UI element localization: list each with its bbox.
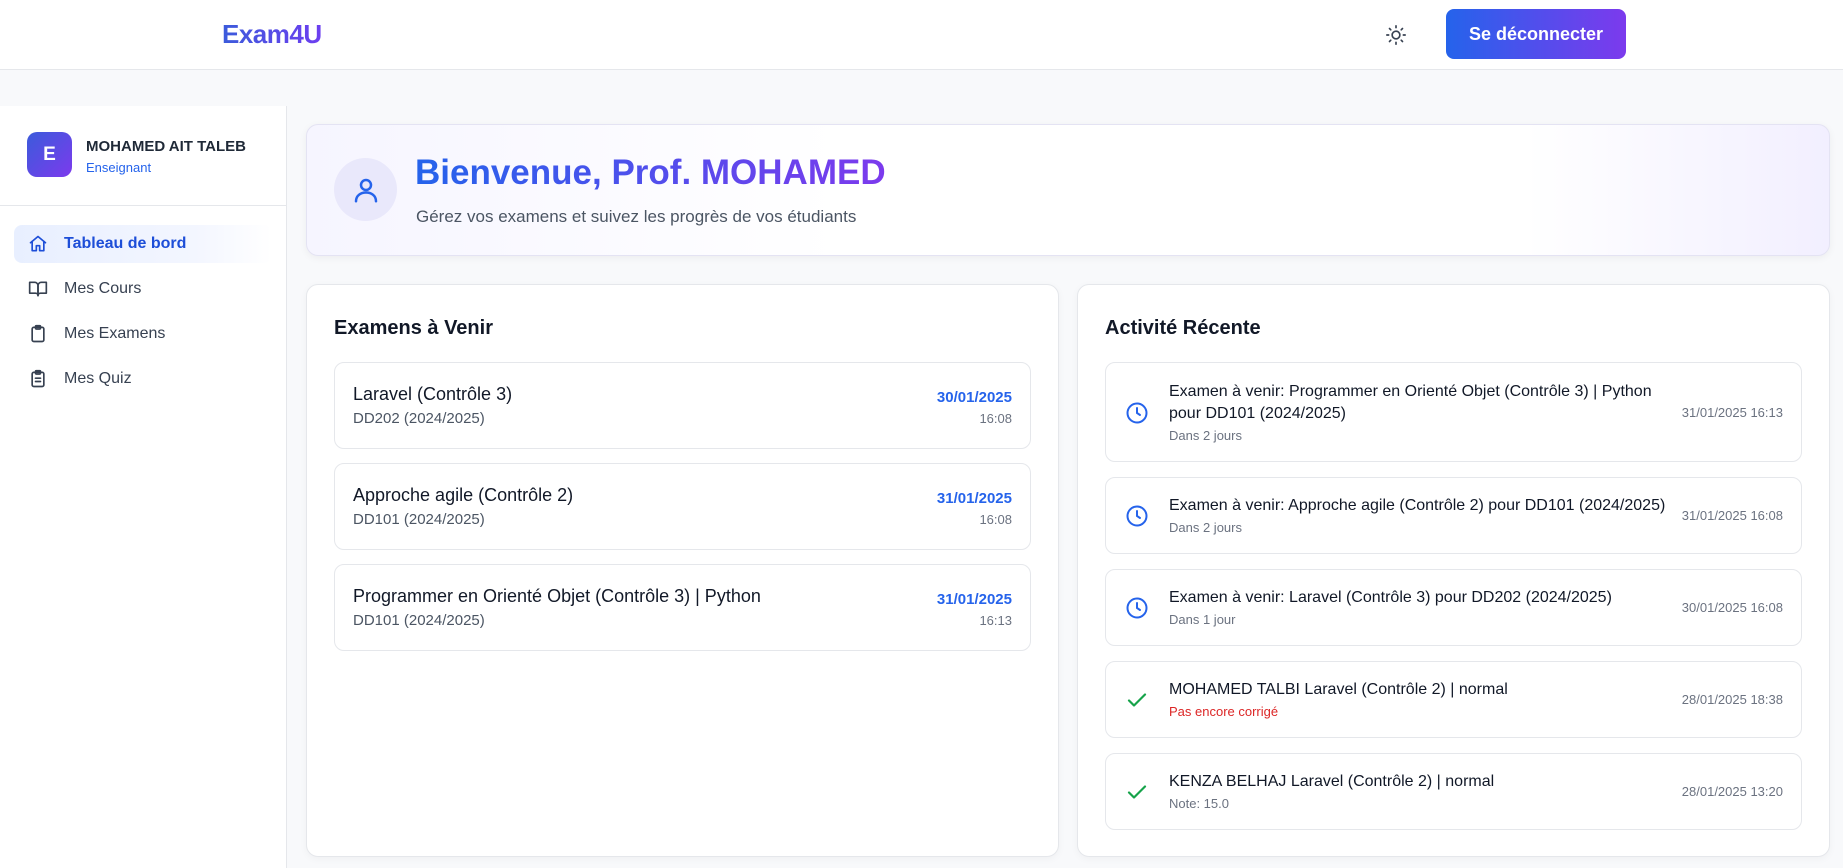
clock-icon <box>1124 595 1150 621</box>
activity-item[interactable]: Examen à venir: Laravel (Contrôle 3) pou… <box>1105 569 1802 646</box>
sidebar: E MOHAMED AIT TALEB Enseignant Tableau d… <box>0 106 287 868</box>
exam-time: 16:13 <box>979 613 1012 628</box>
sidebar-item-quiz[interactable]: Mes Quiz <box>14 360 272 398</box>
exam-time: 16:08 <box>979 512 1012 527</box>
book-icon <box>27 278 49 300</box>
check-icon <box>1124 779 1150 805</box>
exam-group: DD101 (2024/2025) <box>353 511 485 528</box>
activity-sub: Dans 2 jours <box>1169 520 1242 535</box>
user-name: MOHAMED AIT TALEB <box>86 138 246 155</box>
clipboard-icon <box>27 323 49 345</box>
activity-text: MOHAMED TALBI Laravel (Contrôle 2) | nor… <box>1169 681 1508 698</box>
exam-name: Laravel (Contrôle 3) <box>353 384 513 404</box>
activity-item[interactable]: Examen à venir: Programmer en Orienté Ob… <box>1105 362 1802 462</box>
check-icon <box>1124 687 1150 713</box>
exam-item[interactable]: Programmer en Orienté Objet (Contrôle 3)… <box>334 564 1031 651</box>
exam-date: 31/01/2025 <box>936 490 1012 507</box>
exam-name: Approche agile (Contrôle 2) <box>353 485 574 505</box>
logout-button[interactable]: Se déconnecter <box>1446 9 1626 59</box>
activity-text: KENZA BELHAJ Laravel (Contrôle 2) | norm… <box>1169 773 1495 790</box>
activity-sub: Dans 2 jours <box>1169 428 1242 443</box>
sidebar-item-label: Mes Quiz <box>64 370 132 387</box>
app-logo[interactable]: Exam4U <box>222 19 322 50</box>
exam-date: 30/01/2025 <box>936 389 1012 406</box>
activity-time: 31/01/2025 16:13 <box>1681 405 1783 420</box>
activity-text: Examen à venir: Approche agile (Contrôle… <box>1169 497 1666 514</box>
activity-item[interactable]: KENZA BELHAJ Laravel (Contrôle 2) | norm… <box>1105 753 1802 830</box>
activity-time: 30/01/2025 16:08 <box>1681 600 1783 615</box>
top-bar: Exam4U Se déconnecter <box>0 0 1843 70</box>
activity-time: 31/01/2025 16:08 <box>1681 508 1783 523</box>
clock-icon <box>1124 400 1150 426</box>
activity-item[interactable]: Examen à venir: Approche agile (Contrôle… <box>1105 477 1802 554</box>
welcome-title: Bienvenue, Prof. MOHAMED <box>415 153 886 192</box>
activity-time: 28/01/2025 13:20 <box>1681 784 1783 799</box>
exam-group: DD101 (2024/2025) <box>353 612 485 629</box>
activity-text: Examen à venir: Programmer en Orienté Ob… <box>1169 383 1652 422</box>
home-icon <box>27 233 49 255</box>
exam-item[interactable]: Approche agile (Contrôle 2) DD101 (2024/… <box>334 463 1031 550</box>
user-profile: E MOHAMED AIT TALEB Enseignant <box>0 106 286 206</box>
activity-text: Examen à venir: Laravel (Contrôle 3) pou… <box>1169 589 1612 606</box>
sidebar-nav: Tableau de bord Mes Cours Mes Examens Me… <box>14 225 272 405</box>
clipboard-list-icon <box>27 368 49 390</box>
sidebar-item-label: Tableau de bord <box>64 235 187 252</box>
avatar: E <box>27 132 72 177</box>
exam-group: DD202 (2024/2025) <box>353 410 485 427</box>
upcoming-exams-card: Examens à Venir Laravel (Contrôle 3) DD2… <box>306 284 1059 857</box>
sidebar-item-label: Mes Examens <box>64 325 166 342</box>
welcome-subtitle: Gérez vos examens et suivez les progrès … <box>416 207 857 226</box>
sidebar-item-label: Mes Cours <box>64 280 142 297</box>
card-title: Examens à Venir <box>334 317 493 339</box>
sidebar-item-dashboard[interactable]: Tableau de bord <box>14 225 272 263</box>
exam-time: 16:08 <box>979 411 1012 426</box>
activity-sub: Note: 15.0 <box>1169 796 1229 811</box>
user-icon <box>334 158 397 221</box>
exam-name: Programmer en Orienté Objet (Contrôle 3)… <box>353 586 761 606</box>
user-role: Enseignant <box>86 160 152 175</box>
clock-icon <box>1124 503 1150 529</box>
activity-sub: Dans 1 jour <box>1169 612 1236 627</box>
welcome-banner: Bienvenue, Prof. MOHAMED Gérez vos exame… <box>306 124 1830 256</box>
sidebar-item-exams[interactable]: Mes Examens <box>14 315 272 353</box>
recent-activity-card: Activité Récente Examen à venir: Program… <box>1077 284 1830 857</box>
activity-item[interactable]: MOHAMED TALBI Laravel (Contrôle 2) | nor… <box>1105 661 1802 738</box>
activity-sub: Pas encore corrigé <box>1169 704 1279 719</box>
exam-date: 31/01/2025 <box>936 591 1012 608</box>
exam-item[interactable]: Laravel (Contrôle 3) DD202 (2024/2025) 3… <box>334 362 1031 449</box>
sidebar-item-courses[interactable]: Mes Cours <box>14 270 272 308</box>
card-title: Activité Récente <box>1105 317 1261 339</box>
theme-toggle-button[interactable] <box>1382 21 1410 49</box>
sun-icon <box>1386 25 1406 45</box>
activity-time: 28/01/2025 18:38 <box>1681 692 1783 707</box>
